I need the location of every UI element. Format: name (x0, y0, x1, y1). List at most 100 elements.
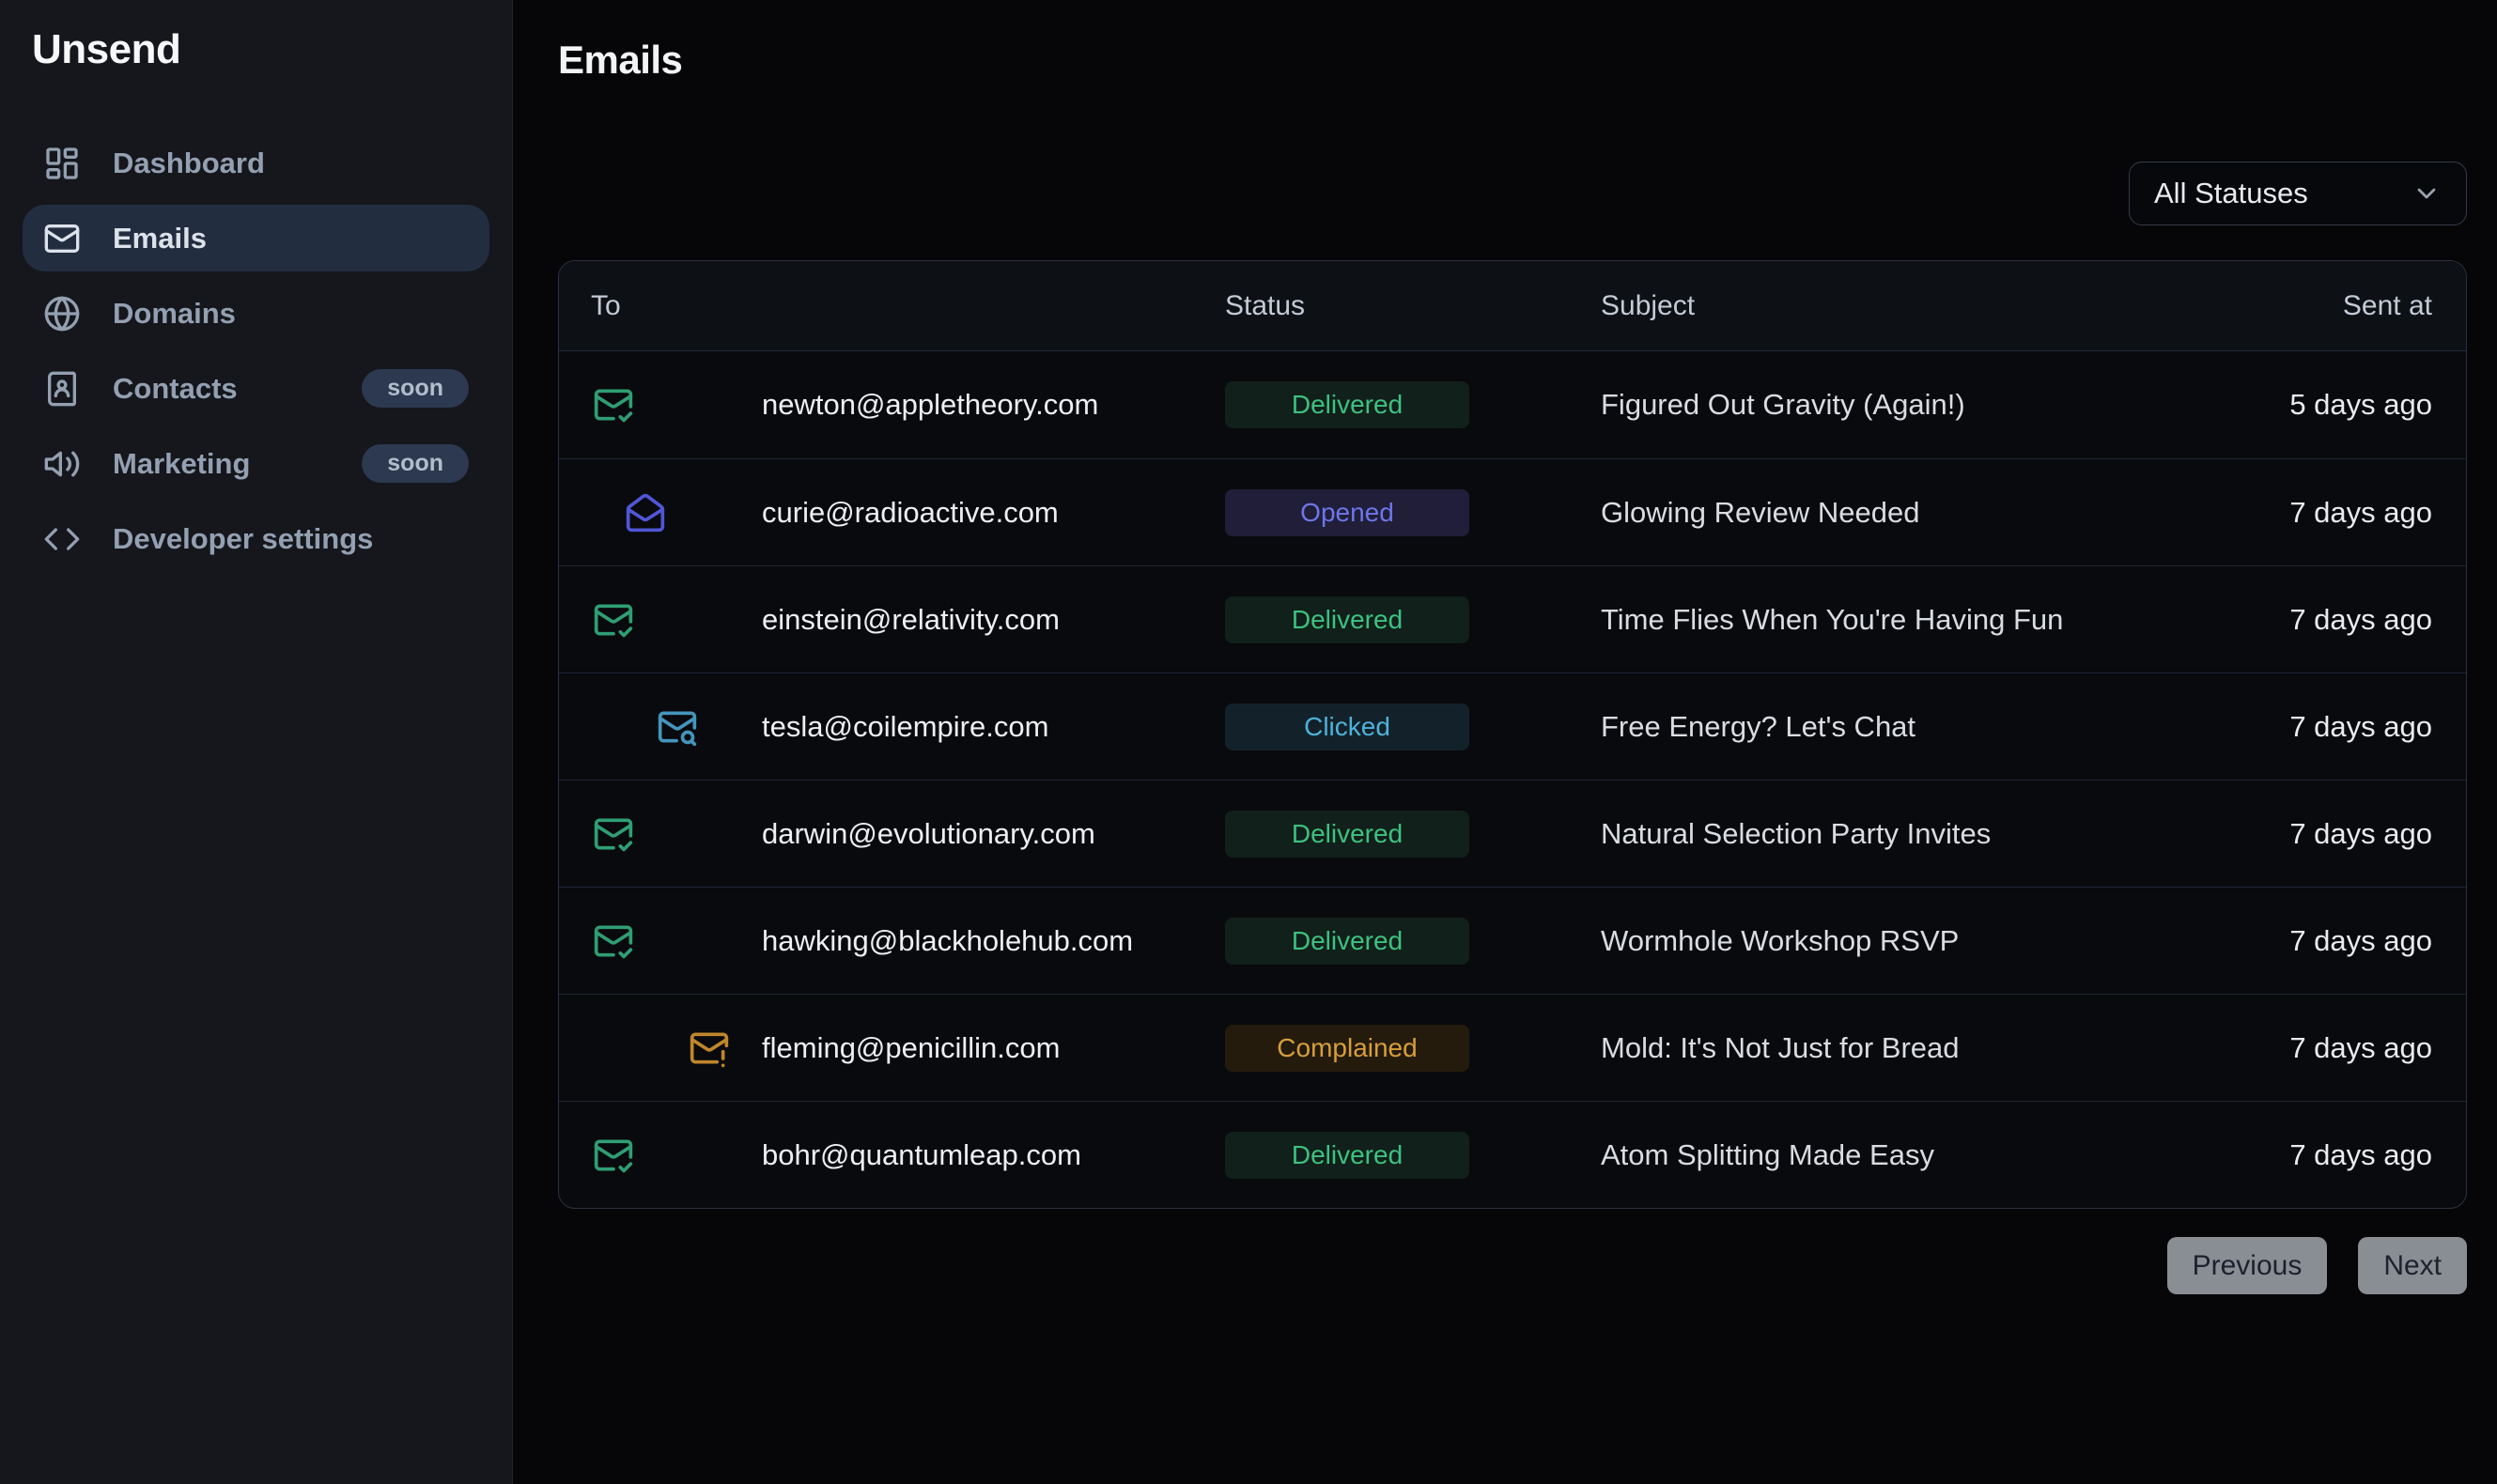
soon-badge: soon (362, 369, 469, 408)
subject-cell: Wormhole Workshop RSVP (1601, 924, 2165, 958)
status-cell: Delivered (1225, 811, 1601, 858)
mail-open-icon (625, 492, 666, 533)
status-filter-select[interactable]: All Statuses (2129, 162, 2467, 225)
table-header-row: To Status Subject Sent at (559, 261, 2466, 351)
main-content: Emails All Statuses To Status Subject Se… (513, 0, 2497, 1484)
mail-warning-icon (689, 1028, 730, 1069)
table-row[interactable]: darwin@evolutionary.com Delivered Natura… (559, 780, 2466, 887)
speaker-icon (43, 445, 81, 483)
previous-button[interactable]: Previous (2167, 1237, 2328, 1294)
status-badge: Clicked (1225, 703, 1469, 750)
recipient-cell: darwin@evolutionary.com (559, 813, 1225, 855)
table-row[interactable]: fleming@penicillin.com Complained Mold: … (559, 994, 2466, 1101)
status-cell: Delivered (1225, 596, 1601, 643)
status-badge: Delivered (1225, 596, 1469, 643)
status-cell: Complained (1225, 1025, 1601, 1072)
layout-dashboard-icon (43, 145, 81, 182)
sidebar-item-label: Developer settings (113, 522, 373, 556)
next-button[interactable]: Next (2358, 1237, 2467, 1294)
globe-icon (43, 295, 81, 332)
status-filter-value: All Statuses (2154, 177, 2308, 210)
subject-cell: Free Energy? Let's Chat (1601, 710, 2165, 744)
pagination: Previous Next (558, 1237, 2467, 1294)
sidebar-item-developer-settings[interactable]: Developer settings (23, 505, 489, 572)
sent-at-cell: 7 days ago (2165, 1031, 2466, 1065)
recipient-cell: hawking@blackholehub.com (559, 920, 1225, 962)
recipient-email: newton@appletheory.com (762, 388, 1098, 422)
recipient-email: hawking@blackholehub.com (762, 924, 1133, 958)
sidebar-item-contacts[interactable]: Contacts soon (23, 355, 489, 422)
recipient-email: einstein@relativity.com (762, 603, 1060, 637)
emails-table: To Status Subject Sent at (558, 260, 2467, 1209)
status-cell: Delivered (1225, 381, 1601, 428)
column-header-status: Status (1225, 290, 1601, 322)
mail-check-icon (593, 1135, 634, 1176)
status-badge: Delivered (1225, 1132, 1469, 1179)
subject-cell: Glowing Review Needed (1601, 496, 2165, 530)
status-badge: Opened (1225, 489, 1469, 536)
recipient-cell: fleming@penicillin.com (559, 1028, 1225, 1069)
sidebar-item-label: Emails (113, 222, 207, 255)
status-cell: Clicked (1225, 703, 1601, 750)
code-icon (43, 520, 81, 558)
recipient-email: fleming@penicillin.com (762, 1031, 1060, 1065)
table-row[interactable]: einstein@relativity.com Delivered Time F… (559, 565, 2466, 672)
status-cell: Opened (1225, 489, 1601, 536)
sidebar-nav: Dashboard Emails Domains Contacts soon (0, 130, 512, 572)
filter-row: All Statuses (558, 162, 2467, 225)
chevron-down-icon (2412, 178, 2442, 209)
status-badge: Delivered (1225, 381, 1469, 428)
table-row[interactable]: bohr@quantumleap.com Delivered Atom Spli… (559, 1101, 2466, 1208)
sidebar-item-label: Domains (113, 297, 236, 331)
sent-at-cell: 5 days ago (2165, 388, 2466, 422)
sidebar-item-label: Contacts (113, 372, 238, 406)
soon-badge: soon (362, 444, 469, 483)
subject-cell: Time Flies When You're Having Fun (1601, 603, 2165, 637)
app-logo: Unsend (0, 26, 512, 73)
status-cell: Delivered (1225, 1132, 1601, 1179)
recipient-email: curie@radioactive.com (762, 496, 1059, 530)
sent-at-cell: 7 days ago (2165, 710, 2466, 744)
subject-cell: Atom Splitting Made Easy (1601, 1138, 2165, 1172)
recipient-cell: bohr@quantumleap.com (559, 1135, 1225, 1176)
subject-cell: Natural Selection Party Invites (1601, 817, 2165, 851)
status-badge: Complained (1225, 1025, 1469, 1072)
mail-check-icon (593, 813, 634, 855)
mail-search-icon (657, 706, 698, 748)
table-body: newton@appletheory.com Delivered Figured… (559, 351, 2466, 1208)
column-header-subject: Subject (1601, 290, 2165, 322)
column-header-to: To (559, 290, 1225, 322)
sidebar-item-label: Dashboard (113, 147, 265, 180)
sent-at-cell: 7 days ago (2165, 1138, 2466, 1172)
status-badge: Delivered (1225, 811, 1469, 858)
subject-cell: Mold: It's Not Just for Bread (1601, 1031, 2165, 1065)
sidebar-item-domains[interactable]: Domains (23, 280, 489, 347)
page-title: Emails (558, 36, 2467, 85)
recipient-cell: tesla@coilempire.com (559, 706, 1225, 748)
sent-at-cell: 7 days ago (2165, 817, 2466, 851)
table-row[interactable]: curie@radioactive.com Opened Glowing Rev… (559, 458, 2466, 565)
mail-icon (43, 220, 81, 257)
mail-check-icon (593, 384, 634, 425)
table-row[interactable]: hawking@blackholehub.com Delivered Wormh… (559, 887, 2466, 994)
recipient-email: darwin@evolutionary.com (762, 817, 1095, 851)
sent-at-cell: 7 days ago (2165, 603, 2466, 637)
recipient-cell: einstein@relativity.com (559, 599, 1225, 641)
mail-check-icon (593, 599, 634, 641)
subject-cell: Figured Out Gravity (Again!) (1601, 388, 2165, 422)
sidebar-item-dashboard[interactable]: Dashboard (23, 130, 489, 196)
recipient-cell: curie@radioactive.com (559, 492, 1225, 533)
sidebar-item-label: Marketing (113, 447, 250, 481)
sent-at-cell: 7 days ago (2165, 496, 2466, 530)
sidebar: Unsend Dashboard Emails Domains Contacts (0, 0, 513, 1484)
sidebar-item-marketing[interactable]: Marketing soon (23, 430, 489, 497)
table-row[interactable]: tesla@coilempire.com Clicked Free Energy… (559, 672, 2466, 780)
table-row[interactable]: newton@appletheory.com Delivered Figured… (559, 351, 2466, 458)
recipient-email: tesla@coilempire.com (762, 710, 1048, 744)
column-header-sent-at: Sent at (2165, 290, 2466, 322)
recipient-email: bohr@quantumleap.com (762, 1138, 1081, 1172)
recipient-cell: newton@appletheory.com (559, 384, 1225, 425)
sidebar-item-emails[interactable]: Emails (23, 205, 489, 271)
sent-at-cell: 7 days ago (2165, 924, 2466, 958)
status-cell: Delivered (1225, 918, 1601, 965)
